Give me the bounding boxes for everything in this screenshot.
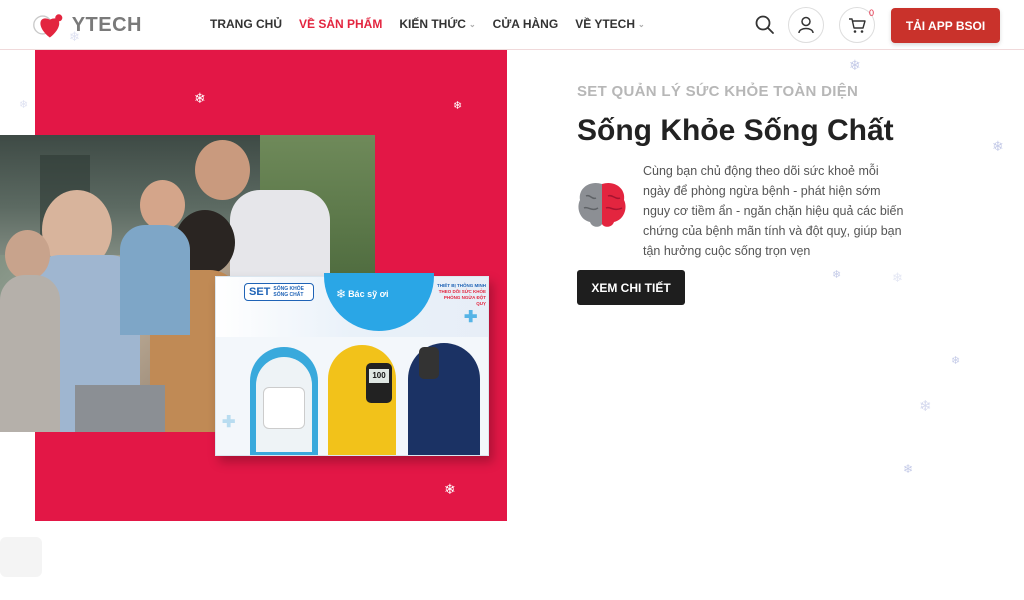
cart-count-badge: 0 [869, 8, 875, 18]
set-label: SET [249, 286, 271, 298]
account-button[interactable] [788, 7, 824, 43]
snowflake-icon: ❄ [903, 462, 914, 476]
search-icon [755, 15, 774, 34]
snowflake-icon: ❄ [992, 138, 1004, 154]
hero-subtitle: SET QUẢN LÝ SỨC KHỎE TOÀN DIỆN [577, 83, 859, 100]
snowflake-icon: ❄ [919, 398, 932, 415]
snowflake-icon: ❄ [444, 481, 456, 497]
brain-icon [578, 182, 626, 227]
snowflake-icon: ❄ [849, 57, 861, 73]
meter-screen: 100 [369, 369, 389, 383]
search-button[interactable] [752, 12, 778, 38]
set-text: SỐNG KHỎE SỐNG CHẤT [273, 286, 304, 298]
site-header: YTECH TRANG CHỦ VỀ SẢN PHẨM KIẾN THỨC ⌄ C… [0, 0, 1024, 50]
brand-name: Bác sỹ ơi [348, 289, 389, 299]
nav-item-ve-san-pham[interactable]: VỀ SẢN PHẨM [299, 17, 382, 31]
cart-icon [849, 18, 866, 33]
nav-item-cua-hang[interactable]: CỬA HÀNG [493, 17, 559, 31]
snowflake-brand-icon: ❄ [336, 287, 347, 301]
snowflake-icon: ❄ [951, 355, 961, 367]
plus-icon: ✚ [222, 414, 236, 431]
hero-description: Cùng bạn chủ động theo dõi sức khoẻ mỗi … [643, 164, 904, 258]
set-badge: SET SỐNG KHỎE SỐNG CHẤT [244, 283, 315, 301]
nav-item-kien-thuc[interactable]: KIẾN THỨC ⌄ [399, 17, 475, 31]
logo-text: YTECH [71, 13, 142, 36]
nav-label: CỬA HÀNG [492, 17, 559, 31]
nav-item-trang-chu[interactable]: TRANG CHỦ [210, 17, 282, 31]
box-tagline: THIẾT BỊ THÔNG MINH THEO DÕI SỨC KHỎE PH… [434, 283, 486, 307]
snowflake-icon: ❄ [69, 29, 80, 44]
view-details-button[interactable]: XEM CHI TIẾT [577, 270, 685, 305]
nav-item-ve-ytech[interactable]: VỀ YTECH ⌄ [575, 17, 645, 31]
snowflake-icon: ❄ [194, 90, 206, 106]
snowflake-icon: ❄ [832, 269, 842, 281]
hero-title: Sống Khỏe Sống Chất [577, 114, 894, 147]
nav-label: TRANG CHỦ [210, 17, 282, 31]
bp-monitor-icon [263, 387, 305, 429]
brand-logo: ❄ Bác sỹ ơi [336, 287, 388, 301]
main-nav: TRANG CHỦ VỀ SẢN PHẨM KIẾN THỨC ⌄ CỬA HÀN… [210, 17, 662, 31]
nav-label: KIẾN THỨC [399, 17, 466, 31]
chevron-down-icon: ⌄ [637, 19, 645, 29]
download-app-button[interactable]: TẢI APP BSOI [891, 8, 1000, 43]
nav-label: VỀ SẢN PHẨM [299, 17, 383, 31]
chevron-down-icon: ⌄ [468, 19, 476, 29]
user-icon [798, 16, 814, 34]
logo-heart-icon [33, 14, 63, 38]
snowflake-icon: ❄ [453, 100, 463, 112]
product-box-image: SET SỐNG KHỎE SỐNG CHẤT ❄ Bác sỹ ơi THIẾ… [215, 273, 489, 456]
nav-label: VỀ YTECH [575, 17, 635, 31]
snowflake-icon: ❄ [892, 270, 903, 285]
ytech-logo[interactable]: YTECH [32, 5, 142, 45]
tagline-line: PHÒNG NGỪA ĐỘT QUỴ [443, 295, 486, 306]
chat-widget[interactable] [0, 537, 42, 577]
snowflake-icon: ❄ [19, 99, 29, 111]
plus-icon: ✚ [464, 309, 478, 326]
smartwatch-icon [419, 347, 439, 379]
